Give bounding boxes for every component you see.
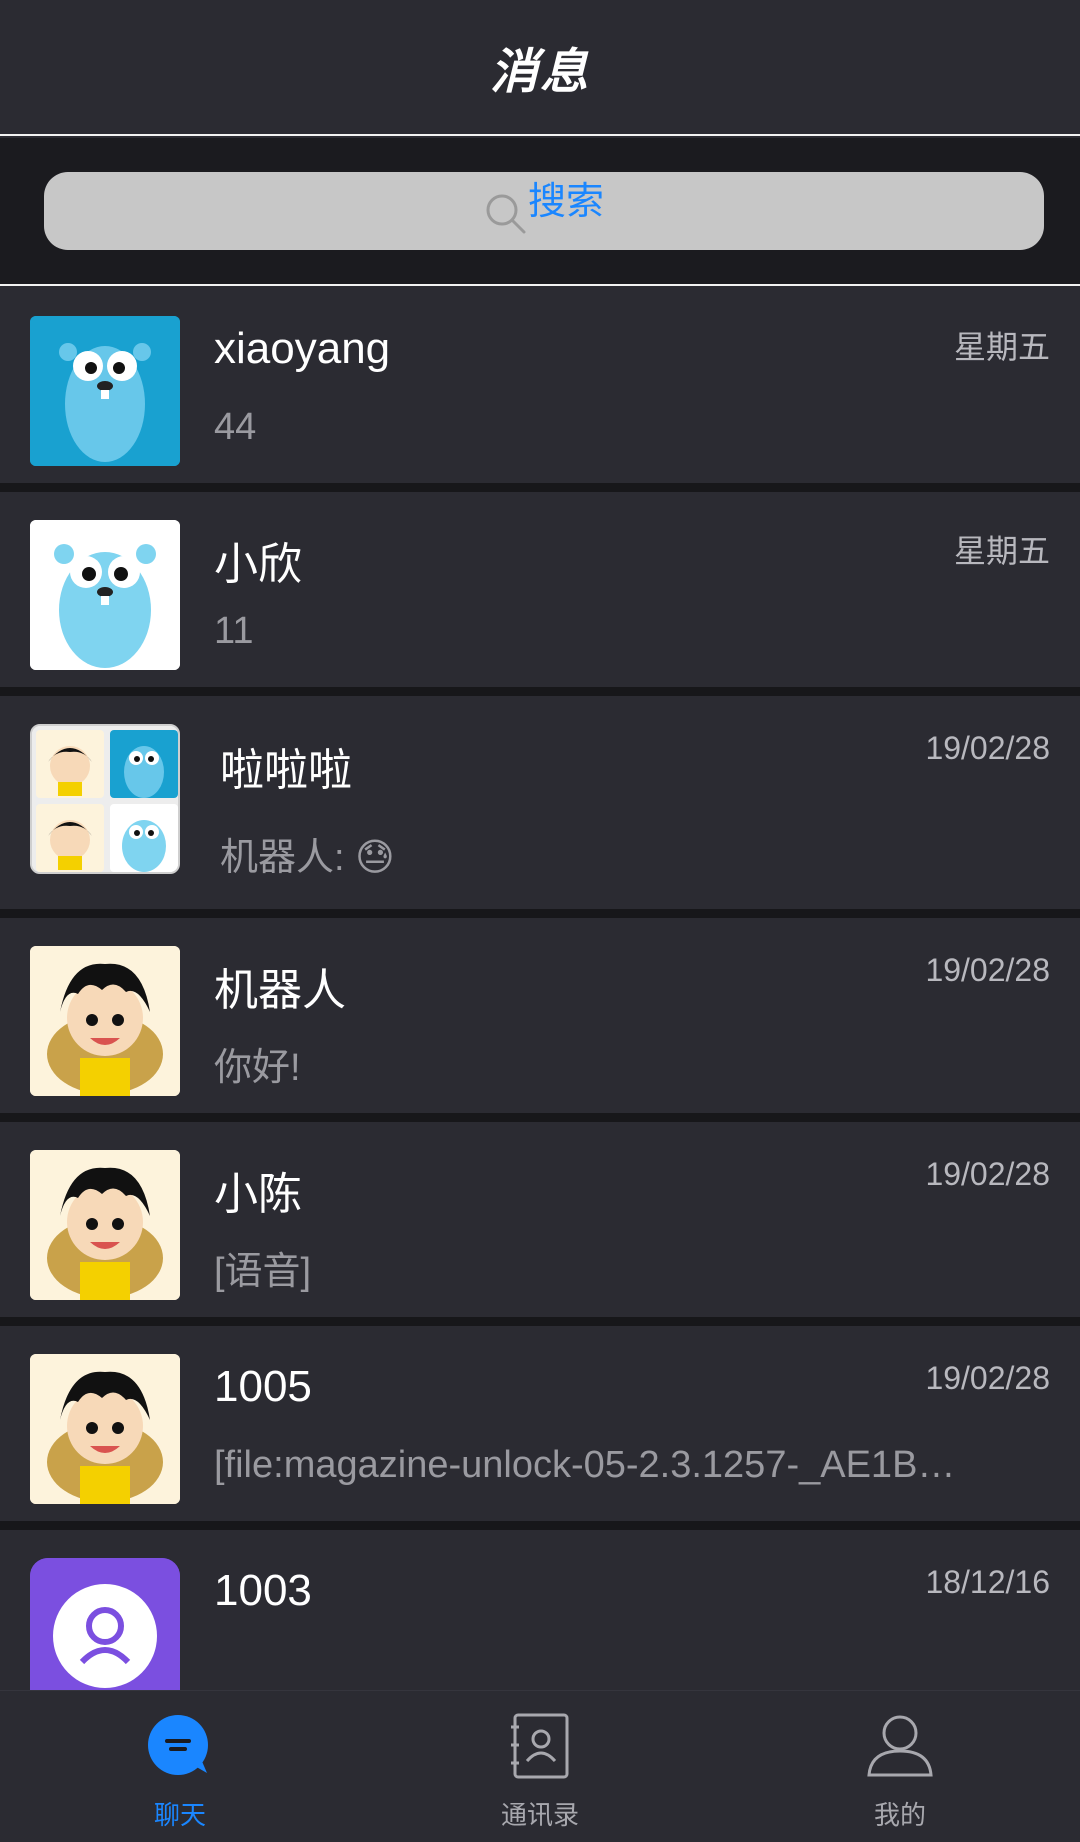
page-title: 消息 bbox=[489, 46, 590, 99]
search-area: 搜索 bbox=[0, 138, 1080, 286]
avatar bbox=[30, 520, 180, 670]
tab-contacts[interactable]: 通讯录 bbox=[360, 1691, 720, 1842]
conversation-time: 18/12/16 bbox=[925, 1564, 1050, 1600]
conversation-last-message: 你好! bbox=[214, 1047, 301, 1089]
conversation-row[interactable]: 1005 [file:magazine-unlock-05-2.3.1257-_… bbox=[0, 1326, 1080, 1530]
conversation-name: 小陈 bbox=[214, 1170, 302, 1219]
search-icon bbox=[486, 194, 526, 234]
tab-label: 通讯录 bbox=[500, 1800, 579, 1830]
contacts-icon bbox=[511, 1713, 569, 1779]
avatar bbox=[30, 946, 180, 1096]
search-placeholder: 搜索 bbox=[527, 181, 604, 223]
conversation-row[interactable]: 啦啦啦 机器人: 😓 19/02/28 bbox=[0, 696, 1080, 918]
tab-bar: 聊天 通讯录 我的 bbox=[0, 1690, 1080, 1842]
avatar bbox=[30, 724, 180, 874]
navigation-bar: 消息 bbox=[0, 0, 1080, 136]
tab-label: 我的 bbox=[873, 1800, 926, 1830]
conversation-name: 啦啦啦 bbox=[220, 746, 352, 795]
conversation-row[interactable]: 小陈 [语音] 19/02/28 bbox=[0, 1122, 1080, 1326]
conversation-last-message: 44 bbox=[214, 406, 257, 448]
conversation-row[interactable]: 机器人 你好! 19/02/28 bbox=[0, 918, 1080, 1122]
conversation-last-message: 11 bbox=[214, 610, 254, 652]
conversation-time: 19/02/28 bbox=[925, 1156, 1050, 1192]
conversation-last-message: 机器人: 😓 bbox=[220, 837, 395, 879]
tab-profile[interactable]: 我的 bbox=[720, 1691, 1080, 1842]
gopher-white-icon bbox=[30, 520, 180, 670]
group-avatar-icon bbox=[32, 726, 178, 872]
cartoon-boy-icon bbox=[30, 1354, 180, 1504]
purple-logo-icon bbox=[30, 1558, 180, 1690]
gopher-blue-icon bbox=[30, 316, 180, 466]
chat-icon bbox=[148, 1715, 208, 1775]
conversation-time: 19/02/28 bbox=[925, 952, 1050, 988]
conversation-last-message: [语音] bbox=[214, 1251, 312, 1293]
conversation-row[interactable]: xiaoyang 44 星期五 bbox=[0, 288, 1080, 492]
conversation-name: 小欣 bbox=[214, 540, 302, 589]
conversation-last-message: [file:magazine-unlock-05-2.3.1257-_AE1B… bbox=[214, 1444, 956, 1486]
conversation-name: 1003 bbox=[214, 1566, 312, 1615]
conversation-name: xiaoyang bbox=[214, 324, 391, 373]
avatar bbox=[30, 1558, 180, 1690]
conversation-row[interactable]: 1003 18/12/16 bbox=[0, 1530, 1080, 1690]
conversation-name: 机器人 bbox=[214, 966, 346, 1015]
cartoon-boy-icon bbox=[30, 1150, 180, 1300]
avatar bbox=[30, 316, 180, 466]
conversation-list[interactable]: xiaoyang 44 星期五 小欣 11 星期五 啦啦啦 机器人: 😓 19/… bbox=[0, 288, 1080, 1690]
cartoon-boy-icon bbox=[30, 946, 180, 1096]
avatar bbox=[30, 1150, 180, 1300]
conversation-time: 19/02/28 bbox=[925, 730, 1050, 766]
tab-chat[interactable]: 聊天 bbox=[0, 1691, 360, 1842]
profile-icon bbox=[867, 1715, 933, 1777]
app-root: 消息 搜索 xiaoyang 44 星期五 小欣 11 星期五 啦啦啦 机器人:… bbox=[0, 0, 1080, 1842]
tab-label: 聊天 bbox=[153, 1800, 206, 1830]
conversation-time: 星期五 bbox=[953, 329, 1050, 365]
conversation-time: 星期五 bbox=[953, 533, 1050, 569]
conversation-time: 19/02/28 bbox=[925, 1360, 1050, 1396]
conversation-row[interactable]: 小欣 11 星期五 bbox=[0, 492, 1080, 696]
search-bar[interactable]: 搜索 bbox=[44, 172, 1044, 250]
avatar bbox=[30, 1354, 180, 1504]
conversation-name: 1005 bbox=[214, 1362, 312, 1411]
